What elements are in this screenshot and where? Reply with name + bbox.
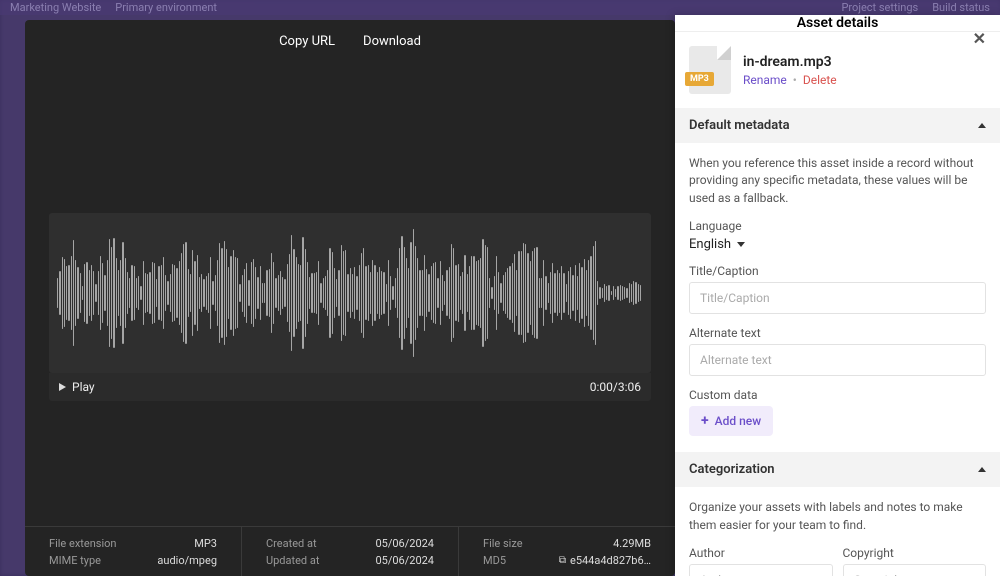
time-display: 0:00/3:06: [590, 380, 641, 394]
alt-text-label: Alternate text: [689, 326, 986, 340]
copy-url-button[interactable]: Copy URL: [279, 34, 335, 49]
custom-data-label: Custom data: [689, 388, 986, 402]
size-value: 4.29MB: [613, 537, 651, 550]
project-name: Marketing Website: [10, 1, 101, 14]
size-label: File size: [483, 537, 523, 550]
panel-header: Asset details ✕: [675, 15, 1000, 32]
updated-label: Updated at: [266, 554, 319, 567]
asset-preview-modal: Copy URL Download Play 0:00/3:06 File ex…: [25, 20, 675, 576]
download-button[interactable]: Download: [363, 34, 421, 49]
categorization-header[interactable]: Categorization: [675, 452, 1000, 487]
default-metadata-desc: When you reference this asset inside a r…: [689, 155, 986, 207]
panel-title: Asset details: [797, 15, 879, 31]
md5-label: MD5: [483, 554, 506, 567]
waveform-container: [49, 213, 651, 373]
chevron-up-icon: [978, 123, 986, 128]
play-button[interactable]: Play: [59, 380, 95, 394]
mime-value: audio/mpeg: [157, 554, 217, 567]
md5-value[interactable]: ⧉e544a4d827b6…: [559, 554, 651, 567]
file-metadata-bar: File extension MP3 MIME type audio/mpeg Cr…: [25, 526, 675, 576]
copyright-input[interactable]: [843, 564, 987, 576]
copyright-label: Copyright: [843, 546, 987, 560]
play-icon: [59, 383, 66, 391]
mime-label: MIME type: [49, 554, 101, 567]
default-metadata-header[interactable]: Default metadata: [675, 108, 1000, 143]
topbar: Marketing Website Primary environment Pr…: [0, 0, 1000, 15]
author-input[interactable]: [689, 564, 833, 576]
plus-icon: +: [701, 413, 709, 429]
audio-controls: Play 0:00/3:06: [49, 373, 651, 401]
asset-summary: MP3 in-dream.mp3 Rename • Delete: [675, 32, 1000, 108]
delete-link[interactable]: Delete: [803, 73, 837, 87]
file-icon: MP3: [689, 46, 731, 94]
waveform[interactable]: [57, 228, 643, 358]
add-custom-data-button[interactable]: + Add new: [689, 406, 773, 436]
close-icon[interactable]: ✕: [973, 29, 986, 48]
language-label: Language: [689, 219, 986, 233]
asset-details-panel: Asset details ✕ MP3 in-dream.mp3 Rename …: [675, 15, 1000, 576]
chevron-down-icon: [737, 242, 745, 247]
created-value: 05/06/2024: [375, 537, 434, 550]
categorization-body: Organize your assets with labels and not…: [675, 487, 1000, 576]
chevron-up-icon: [978, 467, 986, 472]
asset-filename: in-dream.mp3: [743, 54, 837, 70]
alt-text-input[interactable]: [689, 344, 986, 376]
updated-value: 05/06/2024: [375, 554, 434, 567]
language-selector[interactable]: English: [689, 237, 986, 252]
build-status[interactable]: Build status: [932, 1, 990, 14]
title-label: Title/Caption: [689, 264, 986, 278]
file-ext-label: File extension: [49, 537, 117, 550]
created-label: Created at: [266, 537, 317, 550]
file-ext-value: MP3: [194, 537, 217, 550]
project-settings-link[interactable]: Project settings: [841, 1, 918, 14]
default-metadata-body: When you reference this asset inside a r…: [675, 143, 1000, 452]
categorization-desc: Organize your assets with labels and not…: [689, 499, 986, 534]
play-label: Play: [72, 380, 95, 394]
file-type-badge: MP3: [685, 72, 714, 86]
title-input[interactable]: [689, 282, 986, 314]
environment-switcher[interactable]: Primary environment: [115, 1, 217, 14]
rename-link[interactable]: Rename: [743, 73, 787, 87]
modal-toolbar: Copy URL Download: [25, 20, 675, 63]
author-label: Author: [689, 546, 833, 560]
